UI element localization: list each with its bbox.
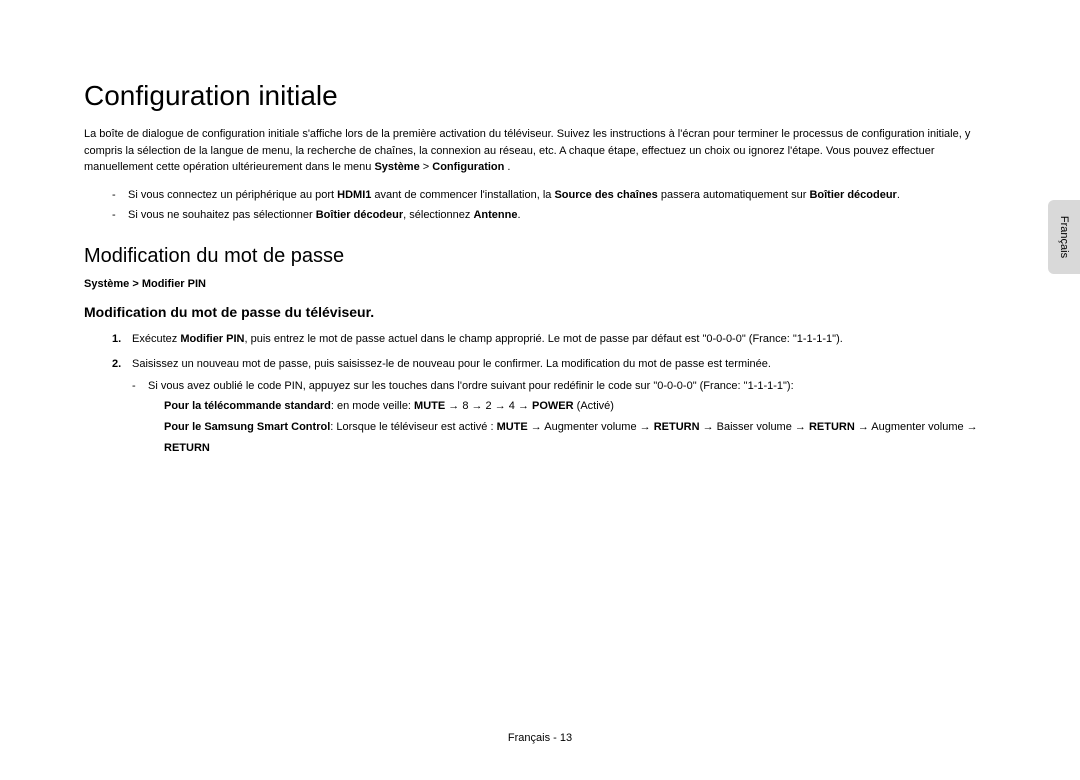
breadcrumb-sep: > [129,278,142,290]
remote-standard: Pour la télécommande standard: en mode v… [164,396,996,417]
text: → Augmenter volume → [855,421,978,433]
bold-return: RETURN [654,421,700,433]
bullet-hdmi: Si vous connectez un périphérique au por… [112,186,996,205]
bullet-antenne: Si vous ne souhaitez pas sélectionner Bo… [112,206,996,225]
note-list: Si vous avez oublié le code PIN, appuyez… [132,377,996,458]
bold-remote-standard: Pour la télécommande standard [164,400,331,412]
text: . [897,189,900,201]
text: . [517,209,520,221]
step-1: 1. Exécutez Modifier PIN, puis entrez le… [112,330,996,349]
text: → Augmenter volume → [528,421,654,433]
breadcrumb-item-systeme: Système [84,278,129,290]
step-number: 1. [112,330,121,349]
text: → 8 → 2 → 4 → [445,400,532,412]
text: → Baisser volume → [700,421,809,433]
bold-power: POWER [532,400,574,412]
text: , sélectionnez [403,209,473,221]
page-footer: Français - 13 [0,732,1080,744]
text: Saisissez un nouveau mot de passe, puis … [132,358,771,370]
text: passera automatiquement sur [658,189,810,201]
intro-bullets: Si vous connectez un périphérique au por… [84,186,996,225]
bold-boitier-decodeur: Boîtier décodeur [809,189,896,201]
intro-bold-configuration: Configuration [432,161,504,173]
section-heading-password: Modification du mot de passe [84,245,996,268]
bold-boitier-decodeur: Boîtier décodeur [316,209,403,221]
step-number: 2. [112,355,121,374]
language-tab: Français [1048,200,1080,274]
intro-end: . [504,161,510,173]
manual-page: Français Configuration initiale La boîte… [0,0,1080,780]
text: Si vous connectez un périphérique au por… [128,189,337,201]
text: Si vous avez oublié le code PIN, appuyez… [148,380,794,392]
bold-hdmi1: HDMI1 [337,189,371,201]
text: Si vous ne souhaitez pas sélectionner [128,209,316,221]
bold-modifier-pin: Modifier PIN [180,333,244,345]
remote-instructions: Pour la télécommande standard: en mode v… [148,396,996,459]
intro-paragraph: La boîte de dialogue de configuration in… [84,126,996,176]
step-2: 2. Saisissez un nouveau mot de passe, pu… [112,355,996,459]
intro-bold-systeme: Système [374,161,419,173]
bold-smart-control: Pour le Samsung Smart Control [164,421,330,433]
text: , puis entrez le mot de passe actuel dan… [244,333,842,345]
bold-mute: MUTE [497,421,528,433]
note-forgot-pin: Si vous avez oublié le code PIN, appuyez… [132,377,996,458]
text: : en mode veille: [331,400,414,412]
text: avant de commencer l'installation, la [371,189,554,201]
text: (Activé) [574,400,614,412]
page-title: Configuration initiale [84,80,996,112]
text: Exécutez [132,333,180,345]
language-tab-label: Français [1058,216,1070,258]
subheading-password-tv: Modification du mot de passe du télévise… [84,304,996,320]
intro-text: La boîte de dialogue de configuration in… [84,128,970,173]
text: : Lorsque le téléviseur est activé : [330,421,496,433]
intro-sep: > [420,161,433,173]
bold-return: RETURN [164,442,210,454]
bold-source-chaines: Source des chaînes [554,189,657,201]
bold-return: RETURN [809,421,855,433]
breadcrumb-item-modifier-pin: Modifier PIN [142,278,206,290]
bold-antenne: Antenne [473,209,517,221]
steps-list: 1. Exécutez Modifier PIN, puis entrez le… [84,330,996,459]
breadcrumb: Système > Modifier PIN [84,278,996,290]
remote-smart-control: Pour le Samsung Smart Control: Lorsque l… [164,417,996,459]
bold-mute: MUTE [414,400,445,412]
